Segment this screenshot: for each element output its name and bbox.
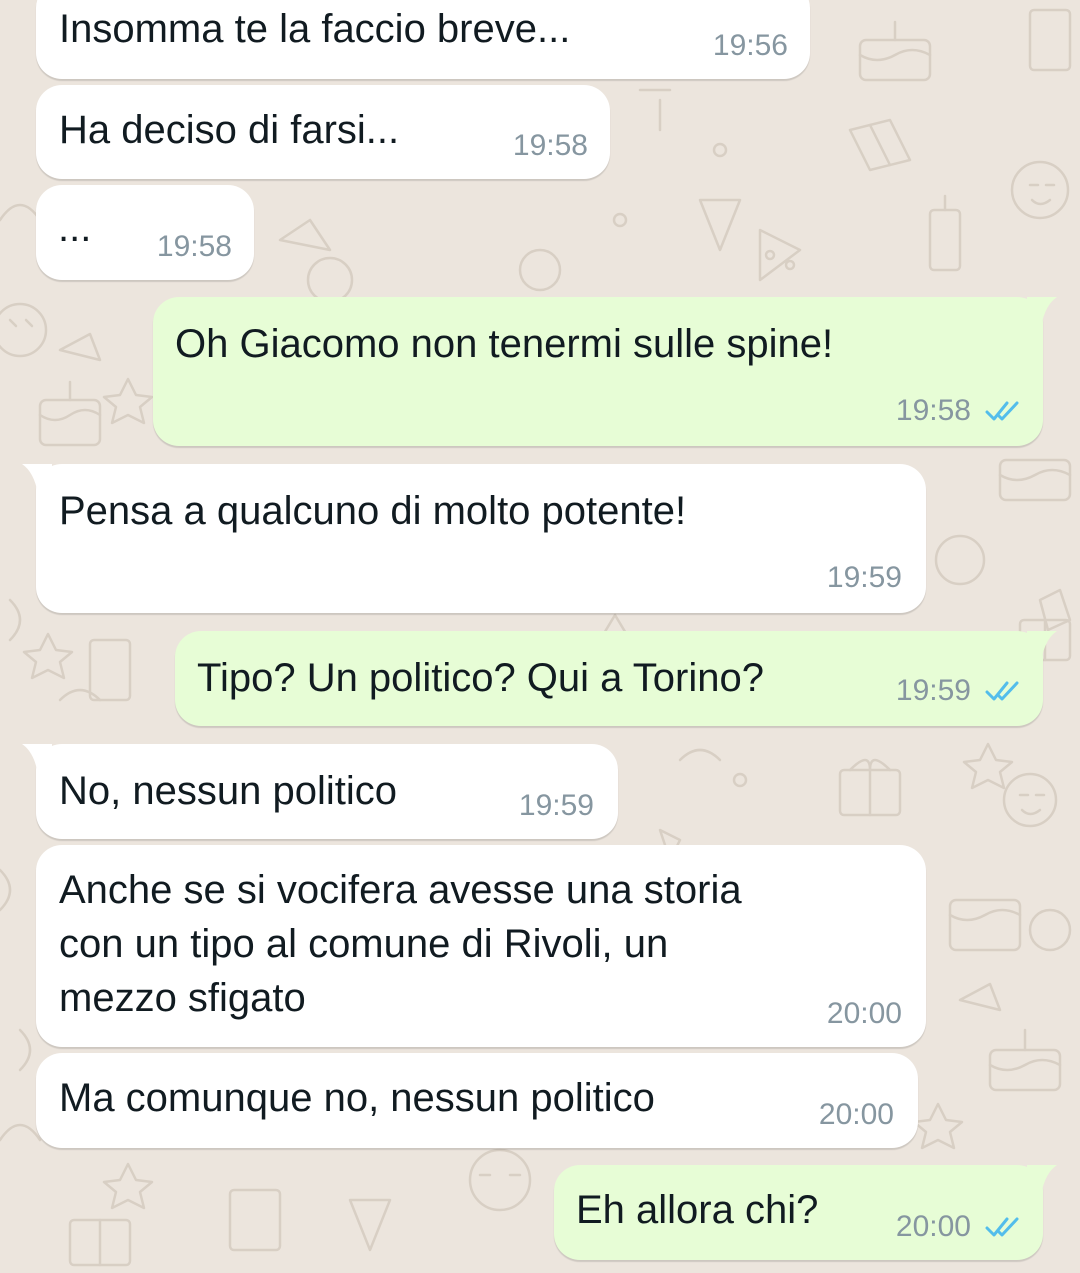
bubble-tail	[1027, 1165, 1057, 1195]
message-timestamp: 20:00	[818, 1098, 894, 1131]
message-text: Ha deciso di farsi...	[59, 108, 400, 152]
message-timestamp: 19:59	[826, 561, 902, 594]
message-meta: 20:00	[896, 1210, 1021, 1244]
message-text: Ma comunque no, nessun politico	[59, 1076, 655, 1120]
message-bubble-incoming[interactable]: Anche se si vocifera avesse una storia c…	[36, 845, 926, 1047]
message-text: ...	[58, 206, 92, 250]
message-text: Anche se si vocifera avesse una storia c…	[59, 868, 742, 1020]
message-timestamp: 19:59	[518, 789, 594, 822]
message-text: No, nessun politico	[59, 769, 397, 813]
message-bubble-incoming[interactable]: Pensa a qualcuno di molto potente! 19:59	[22, 464, 926, 613]
message-text: Pensa a qualcuno di molto potente!	[59, 489, 687, 533]
message-bubble-incoming[interactable]: Ma comunque no, nessun politico 20:00	[36, 1053, 918, 1148]
message-timestamp: 19:56	[712, 29, 788, 62]
message-timestamp: 19:58	[156, 230, 232, 263]
message-bubble-incoming[interactable]: Ha deciso di farsi... 19:58	[36, 85, 610, 179]
message-timestamp: 19:59	[895, 674, 971, 707]
bubble-tail	[22, 744, 52, 774]
double-check-icon	[985, 1217, 1019, 1237]
message-bubble-outgoing[interactable]: Tipo? Un politico? Qui a Torino? 19:59	[175, 631, 1057, 726]
message-timestamp: 20:00	[826, 997, 902, 1030]
message-bubble-incoming[interactable]: ... 19:58	[36, 185, 254, 280]
message-text: Insomma te la faccio breve...	[59, 7, 571, 51]
message-timestamp: 20:00	[895, 1210, 971, 1243]
message-bubble-outgoing[interactable]: Eh allora chi? 20:00	[554, 1165, 1057, 1260]
double-check-icon	[985, 681, 1019, 701]
message-bubble-outgoing[interactable]: Oh Giacomo non tenermi sulle spine! 19:5…	[153, 297, 1057, 446]
bubble-tail	[22, 464, 52, 494]
bubble-tail	[1027, 297, 1057, 327]
message-text: Tipo? Un politico? Qui a Torino?	[197, 656, 764, 700]
message-timestamp: 19:58	[895, 394, 971, 427]
bubble-tail	[1027, 631, 1057, 661]
message-list[interactable]: Insomma te la faccio breve... 19:56 Ha d…	[0, 0, 1080, 1273]
message-bubble-incoming[interactable]: Insomma te la faccio breve... 19:56	[36, 0, 810, 79]
message-bubble-incoming[interactable]: No, nessun politico 19:59	[22, 744, 618, 839]
message-meta: 19:58	[896, 394, 1021, 428]
message-meta: 19:59	[896, 674, 1021, 708]
message-timestamp: 19:58	[512, 129, 588, 162]
double-check-icon	[985, 401, 1019, 421]
message-text: Oh Giacomo non tenermi sulle spine!	[175, 322, 834, 366]
message-text: Eh allora chi?	[576, 1188, 819, 1232]
